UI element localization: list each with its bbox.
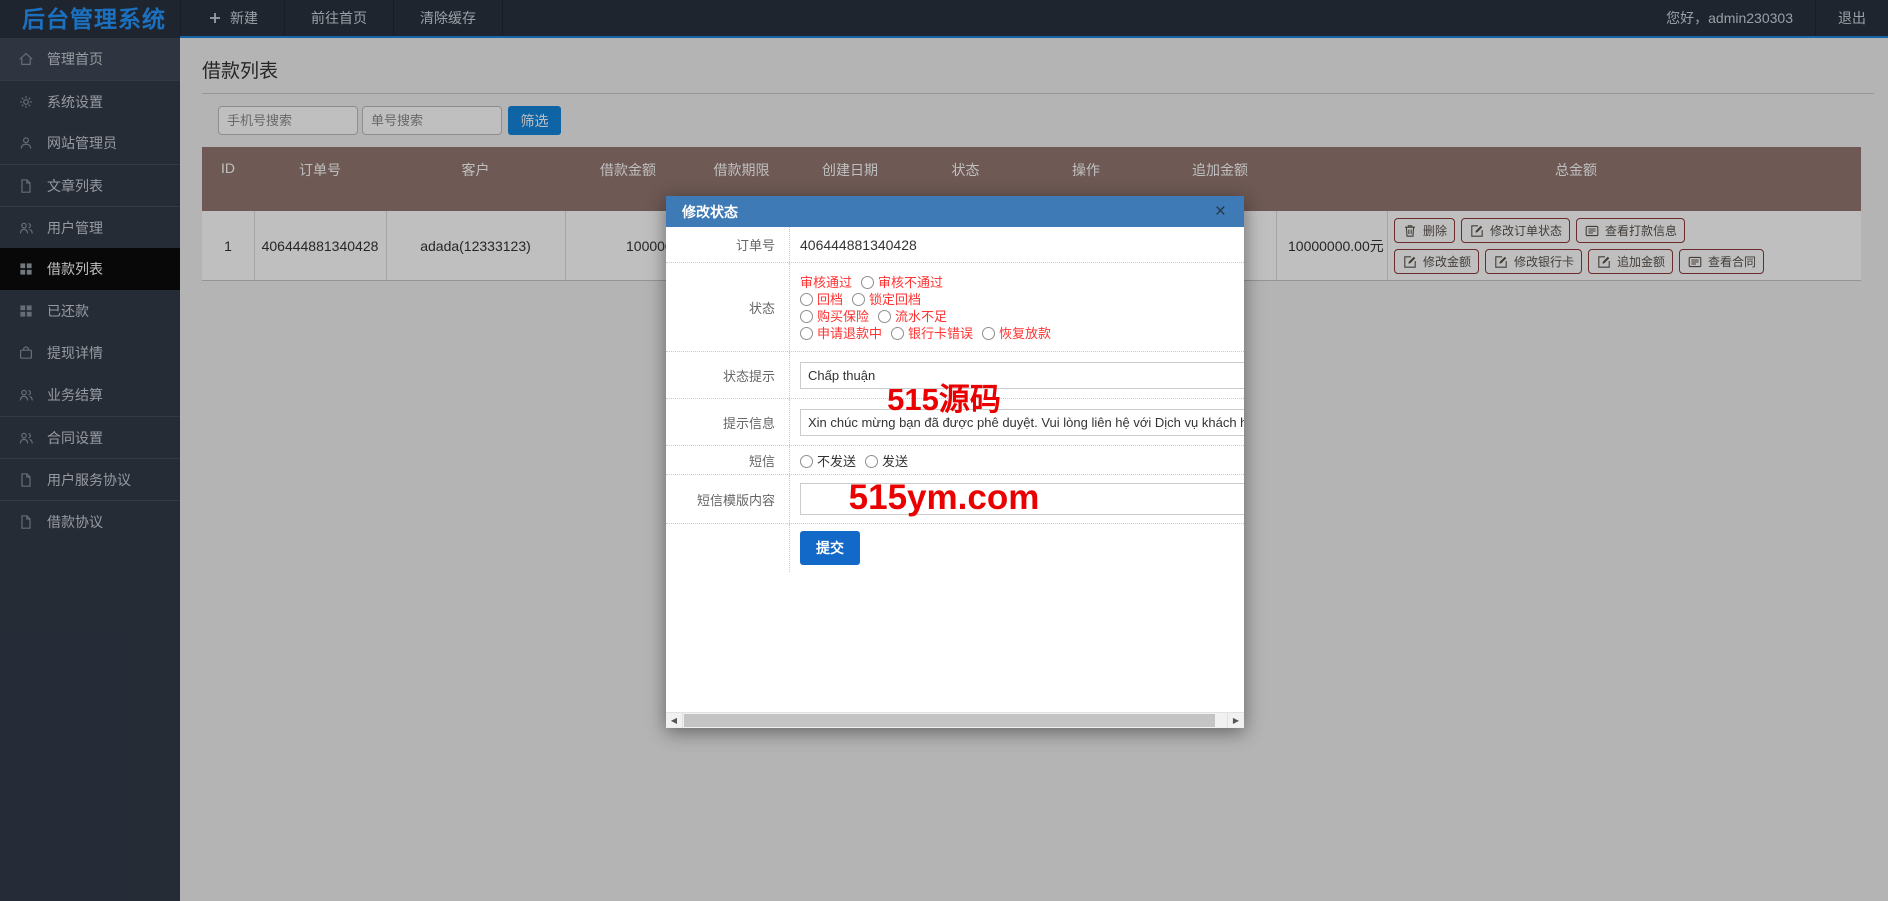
watermark-url: 515ym.com (848, 478, 1040, 517)
status-option-审核不通过[interactable]: 审核不通过 (861, 275, 943, 290)
submit-button[interactable]: 提交 (800, 531, 860, 565)
status-option-label: 购买保险 (817, 309, 870, 324)
radio-icon[interactable] (878, 310, 892, 323)
modal-header: 修改状态 × (666, 196, 1244, 227)
radio-icon[interactable] (800, 293, 813, 306)
status-options: 审核通过 审核不通过回档 锁定回档购买保险 流水不足 申请退款中 银行卡错误 恢复放款 (790, 263, 1244, 351)
sms-label: 短信 (666, 446, 790, 474)
status-option-label: 审核通过 (800, 275, 853, 290)
watermark-text: 515源码 (887, 382, 1001, 417)
status-option-label: 回档 (817, 292, 844, 307)
submit-row: 提交 (666, 524, 1244, 572)
sms-option-label: 不发送 (817, 453, 857, 469)
status-option-流水不足[interactable]: 流水不足 (878, 309, 947, 324)
status-tip-label: 状态提示 (666, 352, 790, 398)
status-tip-input[interactable] (800, 361, 1244, 389)
radio-icon[interactable] (861, 276, 875, 289)
status-option-line: 申请退款中 银行卡错误 恢复放款 (800, 325, 1244, 342)
horizontal-scrollbar[interactable]: ◀ ▶ (666, 712, 1244, 728)
status-option-银行卡错误[interactable]: 银行卡错误 (891, 326, 973, 341)
message-label: 提示信息 (666, 399, 790, 445)
status-option-审核通过[interactable]: 审核通过 (800, 275, 852, 290)
scrollbar-thumb[interactable] (684, 714, 1215, 727)
sms-option-label: 发送 (882, 453, 909, 469)
status-option-line: 审核通过 审核不通过 (800, 274, 1244, 291)
radio-icon[interactable] (800, 327, 813, 340)
sms-option-不发送[interactable]: 不发送 (800, 451, 856, 470)
status-option-label: 锁定回档 (869, 292, 922, 307)
modal-title: 修改状态 (682, 203, 738, 220)
status-label: 状态 (666, 263, 790, 351)
order-number-row: 订单号 406444881340428 (666, 227, 1244, 263)
status-option-申请退款中[interactable]: 申请退款中 (800, 326, 882, 341)
sms-option-发送[interactable]: 发送 (865, 451, 908, 470)
status-option-label: 恢复放款 (999, 326, 1052, 341)
radio-icon[interactable] (800, 454, 813, 468)
status-option-锁定回档[interactable]: 锁定回档 (852, 292, 921, 307)
radio-icon[interactable] (852, 293, 866, 306)
status-option-回档[interactable]: 回档 (800, 292, 843, 307)
status-option-label: 银行卡错误 (908, 326, 974, 341)
status-option-label: 申请退款中 (817, 326, 883, 341)
sms-row: 短信 不发送 发送 (666, 446, 1244, 475)
radio-icon[interactable] (865, 454, 879, 468)
sms-options: 不发送 发送 (790, 446, 1244, 474)
status-option-label: 流水不足 (895, 309, 948, 324)
radio-icon[interactable] (891, 327, 905, 340)
sms-template-label: 短信模版内容 (666, 475, 790, 523)
status-option-label: 审核不通过 (878, 275, 944, 290)
status-option-line: 回档 锁定回档 (800, 291, 1244, 308)
scroll-right-icon[interactable]: ▶ (1227, 713, 1244, 728)
radio-icon[interactable] (982, 327, 996, 340)
submit-row-label (666, 524, 790, 572)
status-option-购买保险[interactable]: 购买保险 (800, 309, 869, 324)
order-number-value: 406444881340428 (800, 236, 917, 253)
close-icon[interactable]: × (1213, 202, 1228, 221)
modal-filler (666, 572, 1244, 712)
status-option-恢复放款[interactable]: 恢复放款 (982, 326, 1051, 341)
modify-status-modal: 修改状态 × 订单号 406444881340428 状态 审核通过 审核不通过回… (666, 196, 1244, 728)
order-number-label: 订单号 (666, 227, 790, 262)
status-option-line: 购买保险 流水不足 (800, 308, 1244, 325)
radio-icon[interactable] (800, 310, 813, 323)
message-input[interactable] (800, 408, 1244, 436)
status-row: 状态 审核通过 审核不通过回档 锁定回档购买保险 流水不足 申请退款中 银行卡错误 恢复放款 (666, 263, 1244, 352)
scroll-left-icon[interactable]: ◀ (666, 713, 683, 728)
